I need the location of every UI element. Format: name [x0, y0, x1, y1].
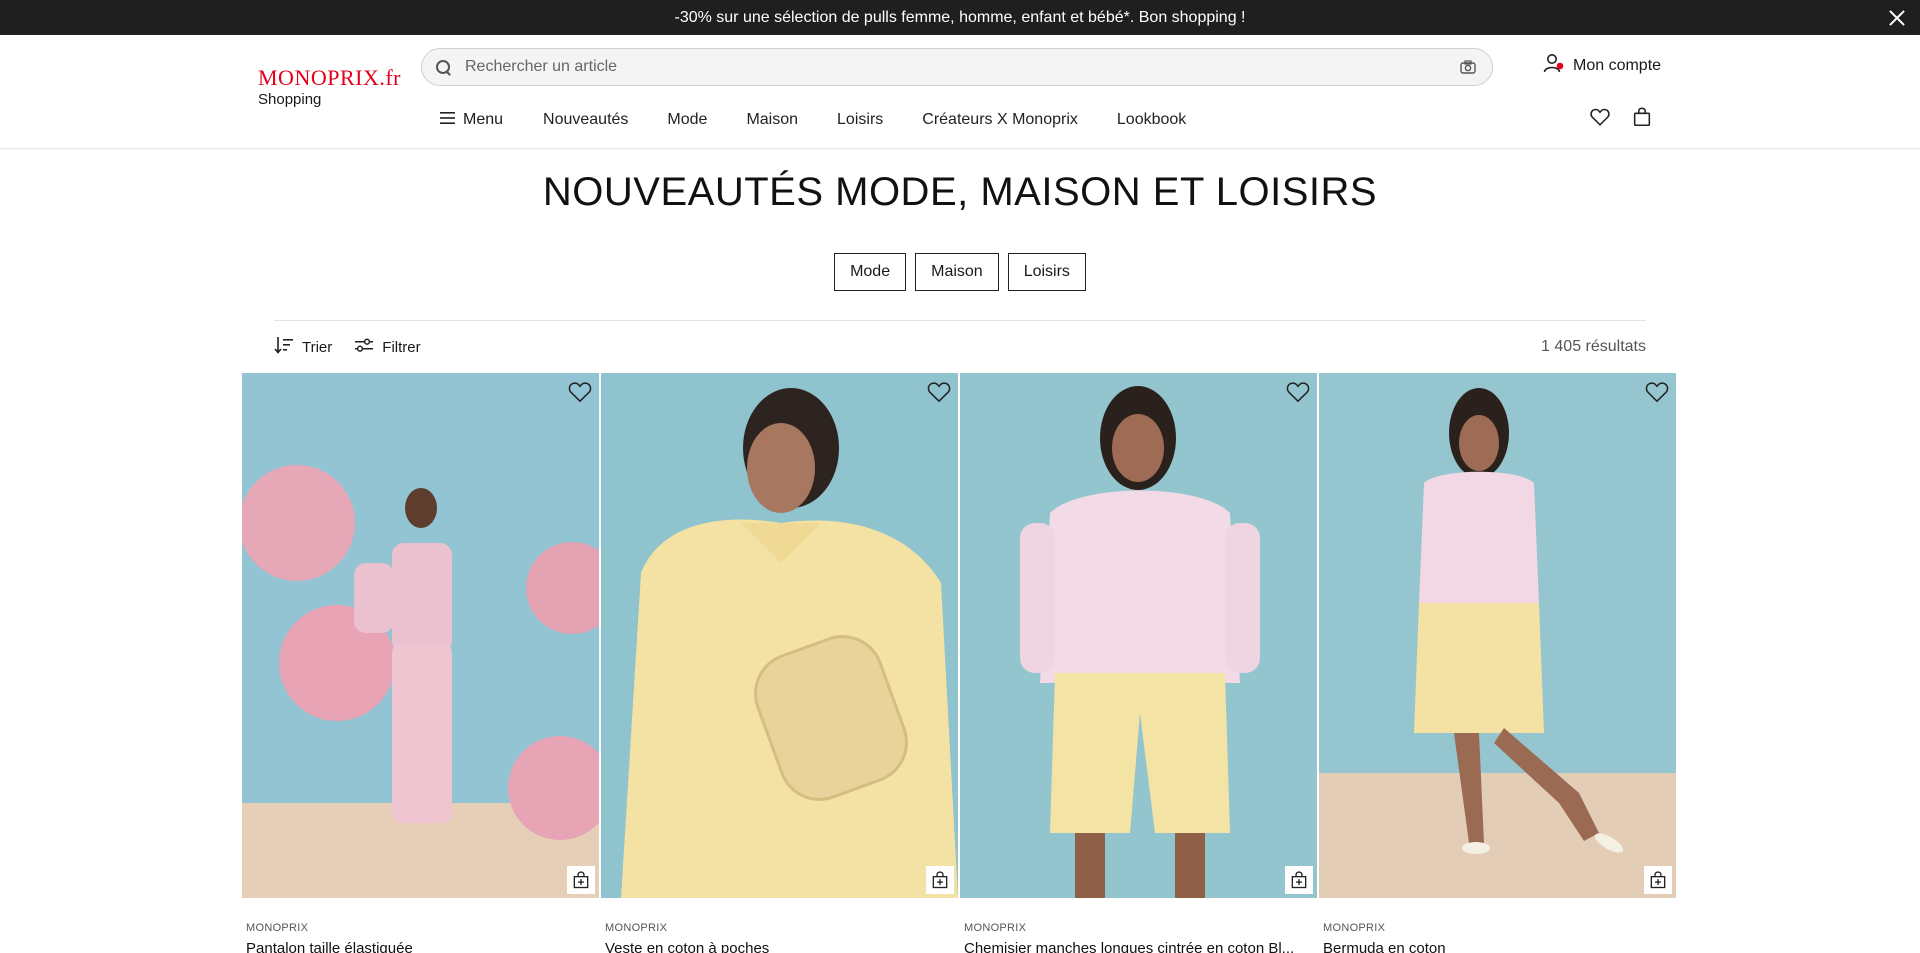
- logo-brand: MONOPRIX.fr: [258, 65, 401, 90]
- shopping-bag-icon[interactable]: [1631, 106, 1653, 128]
- nav-item-lookbook[interactable]: Lookbook: [1117, 111, 1186, 129]
- nav-item-nouveautes[interactable]: Nouveautés: [543, 111, 628, 129]
- divider: [274, 320, 1646, 321]
- promo-text: -30% sur une sélection de pulls femme, h…: [674, 8, 1246, 26]
- product-brand: MONOPRIX: [246, 922, 309, 934]
- filter-icon: [354, 337, 374, 357]
- product-image[interactable]: [601, 373, 958, 898]
- add-to-cart-icon[interactable]: [1285, 866, 1313, 894]
- nav-item-createurs[interactable]: Créateurs X Monoprix: [922, 111, 1078, 129]
- account-link[interactable]: Mon compte: [1543, 53, 1661, 78]
- main-nav: Menu Nouveautés Mode Maison Loisirs Créa…: [440, 105, 1225, 135]
- logo-sub: Shopping: [258, 91, 322, 108]
- menu-button[interactable]: Menu: [440, 111, 503, 129]
- product-brand: MONOPRIX: [1323, 922, 1386, 934]
- product-brand: MONOPRIX: [605, 922, 668, 934]
- listing-toolbar: Trier Filtrer 1 405 résultats: [274, 335, 1646, 359]
- favorite-heart-icon[interactable]: [567, 379, 593, 405]
- add-to-cart-icon[interactable]: [1644, 866, 1672, 894]
- nav-item-mode[interactable]: Mode: [667, 111, 707, 129]
- product-name[interactable]: Pantalon taille élastiquée: [246, 940, 594, 953]
- product-grid: MONOPRIX Pantalon taille élastiquée MONO…: [242, 373, 1678, 953]
- filter-button[interactable]: Filtrer: [354, 337, 421, 357]
- product-brand: MONOPRIX: [964, 922, 1027, 934]
- page-title: NOUVEAUTÉS MODE, MAISON ET LOISIRS: [542, 170, 1378, 214]
- search-icon[interactable]: [436, 59, 451, 75]
- product-name[interactable]: Bermuda en coton: [1323, 940, 1671, 953]
- add-to-cart-icon[interactable]: [567, 866, 595, 894]
- product-card[interactable]: MONOPRIX Veste en coton à poches: [601, 373, 958, 953]
- close-icon[interactable]: [1886, 7, 1908, 29]
- product-name[interactable]: Chemisier manches longues cintrée en cot…: [964, 940, 1312, 953]
- sort-icon: [274, 336, 294, 358]
- sort-button[interactable]: Trier: [274, 336, 332, 358]
- chip-maison[interactable]: Maison: [915, 253, 999, 291]
- site-header: MONOPRIX.fr Shopping Mon compte Menu Nou…: [0, 35, 1920, 149]
- results-count: 1 405 résultats: [1541, 338, 1646, 355]
- chip-loisirs[interactable]: Loisirs: [1007, 253, 1086, 291]
- favorite-heart-icon[interactable]: [1644, 379, 1670, 405]
- product-image[interactable]: [242, 373, 599, 898]
- menu-label: Menu: [463, 111, 504, 128]
- search-input[interactable]: [465, 58, 1458, 76]
- nav-item-loisirs[interactable]: Loisirs: [837, 111, 883, 129]
- search-bar: [421, 48, 1493, 86]
- nav-item-maison[interactable]: Maison: [746, 111, 798, 129]
- product-image[interactable]: [960, 373, 1317, 898]
- user-icon: [1543, 53, 1565, 78]
- sort-label: Trier: [302, 338, 333, 356]
- product-card[interactable]: MONOPRIX Chemisier manches longues cintr…: [960, 373, 1317, 953]
- heart-icon[interactable]: [1589, 106, 1611, 128]
- filter-label: Filtrer: [382, 338, 421, 356]
- header-icons: [1589, 106, 1653, 128]
- favorite-heart-icon[interactable]: [1285, 379, 1311, 405]
- add-to-cart-icon[interactable]: [926, 866, 954, 894]
- hamburger-icon: [440, 111, 455, 129]
- promo-banner: -30% sur une sélection de pulls femme, h…: [0, 0, 1920, 35]
- favorite-heart-icon[interactable]: [926, 379, 952, 405]
- account-label: Mon compte: [1573, 56, 1662, 74]
- camera-icon[interactable]: [1458, 57, 1478, 77]
- logo[interactable]: MONOPRIX.fr Shopping: [258, 65, 401, 108]
- chip-mode[interactable]: Mode: [834, 253, 907, 291]
- product-card[interactable]: MONOPRIX Bermuda en coton: [1319, 373, 1676, 953]
- product-image[interactable]: [1319, 373, 1676, 898]
- category-chips: Mode Maison Loisirs: [0, 253, 1920, 291]
- product-card[interactable]: MONOPRIX Pantalon taille élastiquée: [242, 373, 599, 953]
- product-name[interactable]: Veste en coton à poches: [605, 940, 953, 953]
